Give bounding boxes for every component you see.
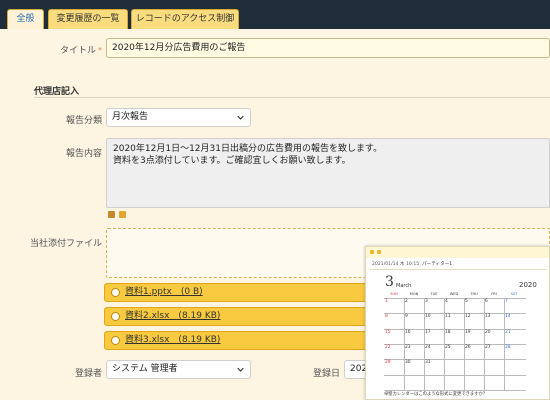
calendar-month-name: March	[396, 283, 412, 289]
section-agency-heading: 代理店記入	[34, 87, 80, 97]
calendar-weekday-header: THU	[470, 292, 478, 296]
calendar-image-popup[interactable]: 2021/01/14 木 10:15 パーティター1 3 March 2020 …	[365, 246, 550, 400]
tab-record-access-control[interactable]: レコードのアクセス制御	[131, 9, 239, 29]
calendar-grid: SUN MON TUE WED THU FRI SAT 1 2 3 4 5 6 7 8 9 10 11 12 13 14…	[384, 292, 526, 391]
report-type-value: 月次報告	[112, 112, 149, 122]
calendar-day: 1	[385, 299, 388, 304]
attachment-item[interactable]: 資料2.xlsx (8.19 KB)	[104, 307, 374, 326]
title-label: タイトル *	[40, 43, 102, 56]
tab-change-history[interactable]: 変更履歴の一覧	[48, 9, 128, 29]
calendar-month-number: 3	[385, 274, 394, 290]
attachment-icon	[111, 336, 120, 345]
attachment-link[interactable]: 資料3.xlsx (8.19 KB)	[125, 335, 220, 345]
calendar-weekday-header: TUE	[430, 292, 438, 296]
calendar-year: 2020	[519, 281, 537, 289]
attachment-item[interactable]: 資料1.pptx (0 B)	[104, 283, 374, 302]
attachment-icon	[111, 288, 120, 297]
calendar-weekday-header: SUN	[390, 292, 398, 296]
calendar-day: 13	[485, 314, 491, 320]
window-dot-icon	[377, 250, 381, 254]
registrant-select[interactable]: システム 管理者	[106, 360, 251, 379]
calendar-day: 29	[385, 360, 391, 366]
popup-header	[366, 247, 549, 258]
calendar-day: 24	[425, 344, 431, 350]
report-content-label: 報告内容	[65, 149, 102, 159]
calendar-day: 22	[385, 344, 391, 350]
calendar-day: 5	[465, 299, 468, 304]
calendar-weekday-header: MON	[409, 292, 419, 296]
attachment-link[interactable]: 資料2.xlsx (8.19 KB)	[125, 311, 220, 321]
calendar-day: 6	[485, 299, 488, 304]
calendar-weekday-header: WED	[449, 292, 459, 296]
calendar-day: 26	[465, 344, 471, 350]
calendar-day: 16	[405, 329, 411, 335]
popup-app-name: パーティター1	[422, 262, 453, 267]
calendar-day: 14	[505, 314, 511, 320]
required-mark: *	[98, 46, 102, 55]
registrant-label: 登録者	[74, 369, 102, 379]
calendar-day: 4	[445, 299, 448, 304]
title-label-text: タイトル	[59, 46, 96, 56]
popup-divider	[370, 269, 547, 270]
calendar-day: 15	[385, 329, 391, 335]
calendar-day: 7	[505, 299, 508, 304]
calendar-day: 9	[405, 314, 408, 320]
registrant-value: システム 管理者	[112, 364, 178, 374]
attachment-icon	[111, 312, 120, 321]
calendar-day: 27	[485, 344, 491, 350]
calendar-day: 10	[425, 314, 431, 320]
popup-dots	[370, 250, 384, 255]
calendar-day: 21	[505, 329, 511, 335]
calendar-day: 17	[425, 329, 431, 335]
calendar-weekday-header: FRI	[491, 292, 497, 296]
tab-bar: 全般 変更履歴の一覧 レコードのアクセス制御	[0, 0, 550, 29]
calendar-day: 23	[405, 344, 411, 350]
calendar-day: 12	[465, 314, 471, 320]
attachment-link[interactable]: 資料1.pptx (0 B)	[125, 287, 203, 297]
popup-timestamp: 2021/01/14 木 10:15	[372, 262, 420, 267]
attachments-label: 当社添付ファイル	[29, 239, 102, 249]
calendar-day: 19	[465, 329, 471, 335]
window-dot-icon	[370, 250, 374, 254]
report-type-label: 報告分類	[65, 116, 102, 126]
section-divider	[34, 97, 550, 98]
report-type-select[interactable]: 月次報告	[106, 108, 251, 127]
report-content-line-1: 2020年12月1日～12月31日出稿分の広告費用の報告を致します。	[113, 144, 383, 154]
tab-general[interactable]: 全般	[7, 9, 44, 29]
calendar-day: 20	[485, 329, 491, 335]
format-icon[interactable]	[119, 211, 126, 218]
calendar-day: 28	[505, 344, 511, 350]
calendar-day: 25	[445, 344, 451, 350]
calendar-day: 8	[385, 314, 388, 320]
calendar-day: 2	[405, 299, 408, 304]
calendar-day: 31	[425, 360, 431, 366]
registered-date-label: 登録日	[312, 369, 340, 379]
image-insert-icon[interactable]	[108, 211, 115, 218]
calendar-day: 30	[405, 360, 411, 366]
chevron-down-icon	[237, 115, 244, 120]
calendar-weekday-header: SAT	[510, 292, 518, 296]
calendar-grid-line	[384, 374, 526, 376]
attachment-item[interactable]: 資料3.xlsx (8.19 KB)	[104, 331, 374, 350]
calendar-day: 11	[445, 314, 451, 320]
calendar-day: 18	[445, 329, 451, 335]
report-content-textarea[interactable]: 2020年12月1日～12月31日出稿分の広告費用の報告を致します。 資料を3点…	[106, 138, 550, 208]
title-field[interactable]: 2020年12月分広告費用のご報告	[106, 38, 550, 58]
report-content-line-2: 資料を3点添付しています。ご確認宜しくお願い致します。	[113, 156, 351, 166]
calendar-day: 3	[425, 299, 428, 304]
calendar-footer-note: 卓壁カレンダーはこのような形式に変更できますか？	[384, 392, 488, 397]
chevron-down-icon	[237, 367, 244, 372]
